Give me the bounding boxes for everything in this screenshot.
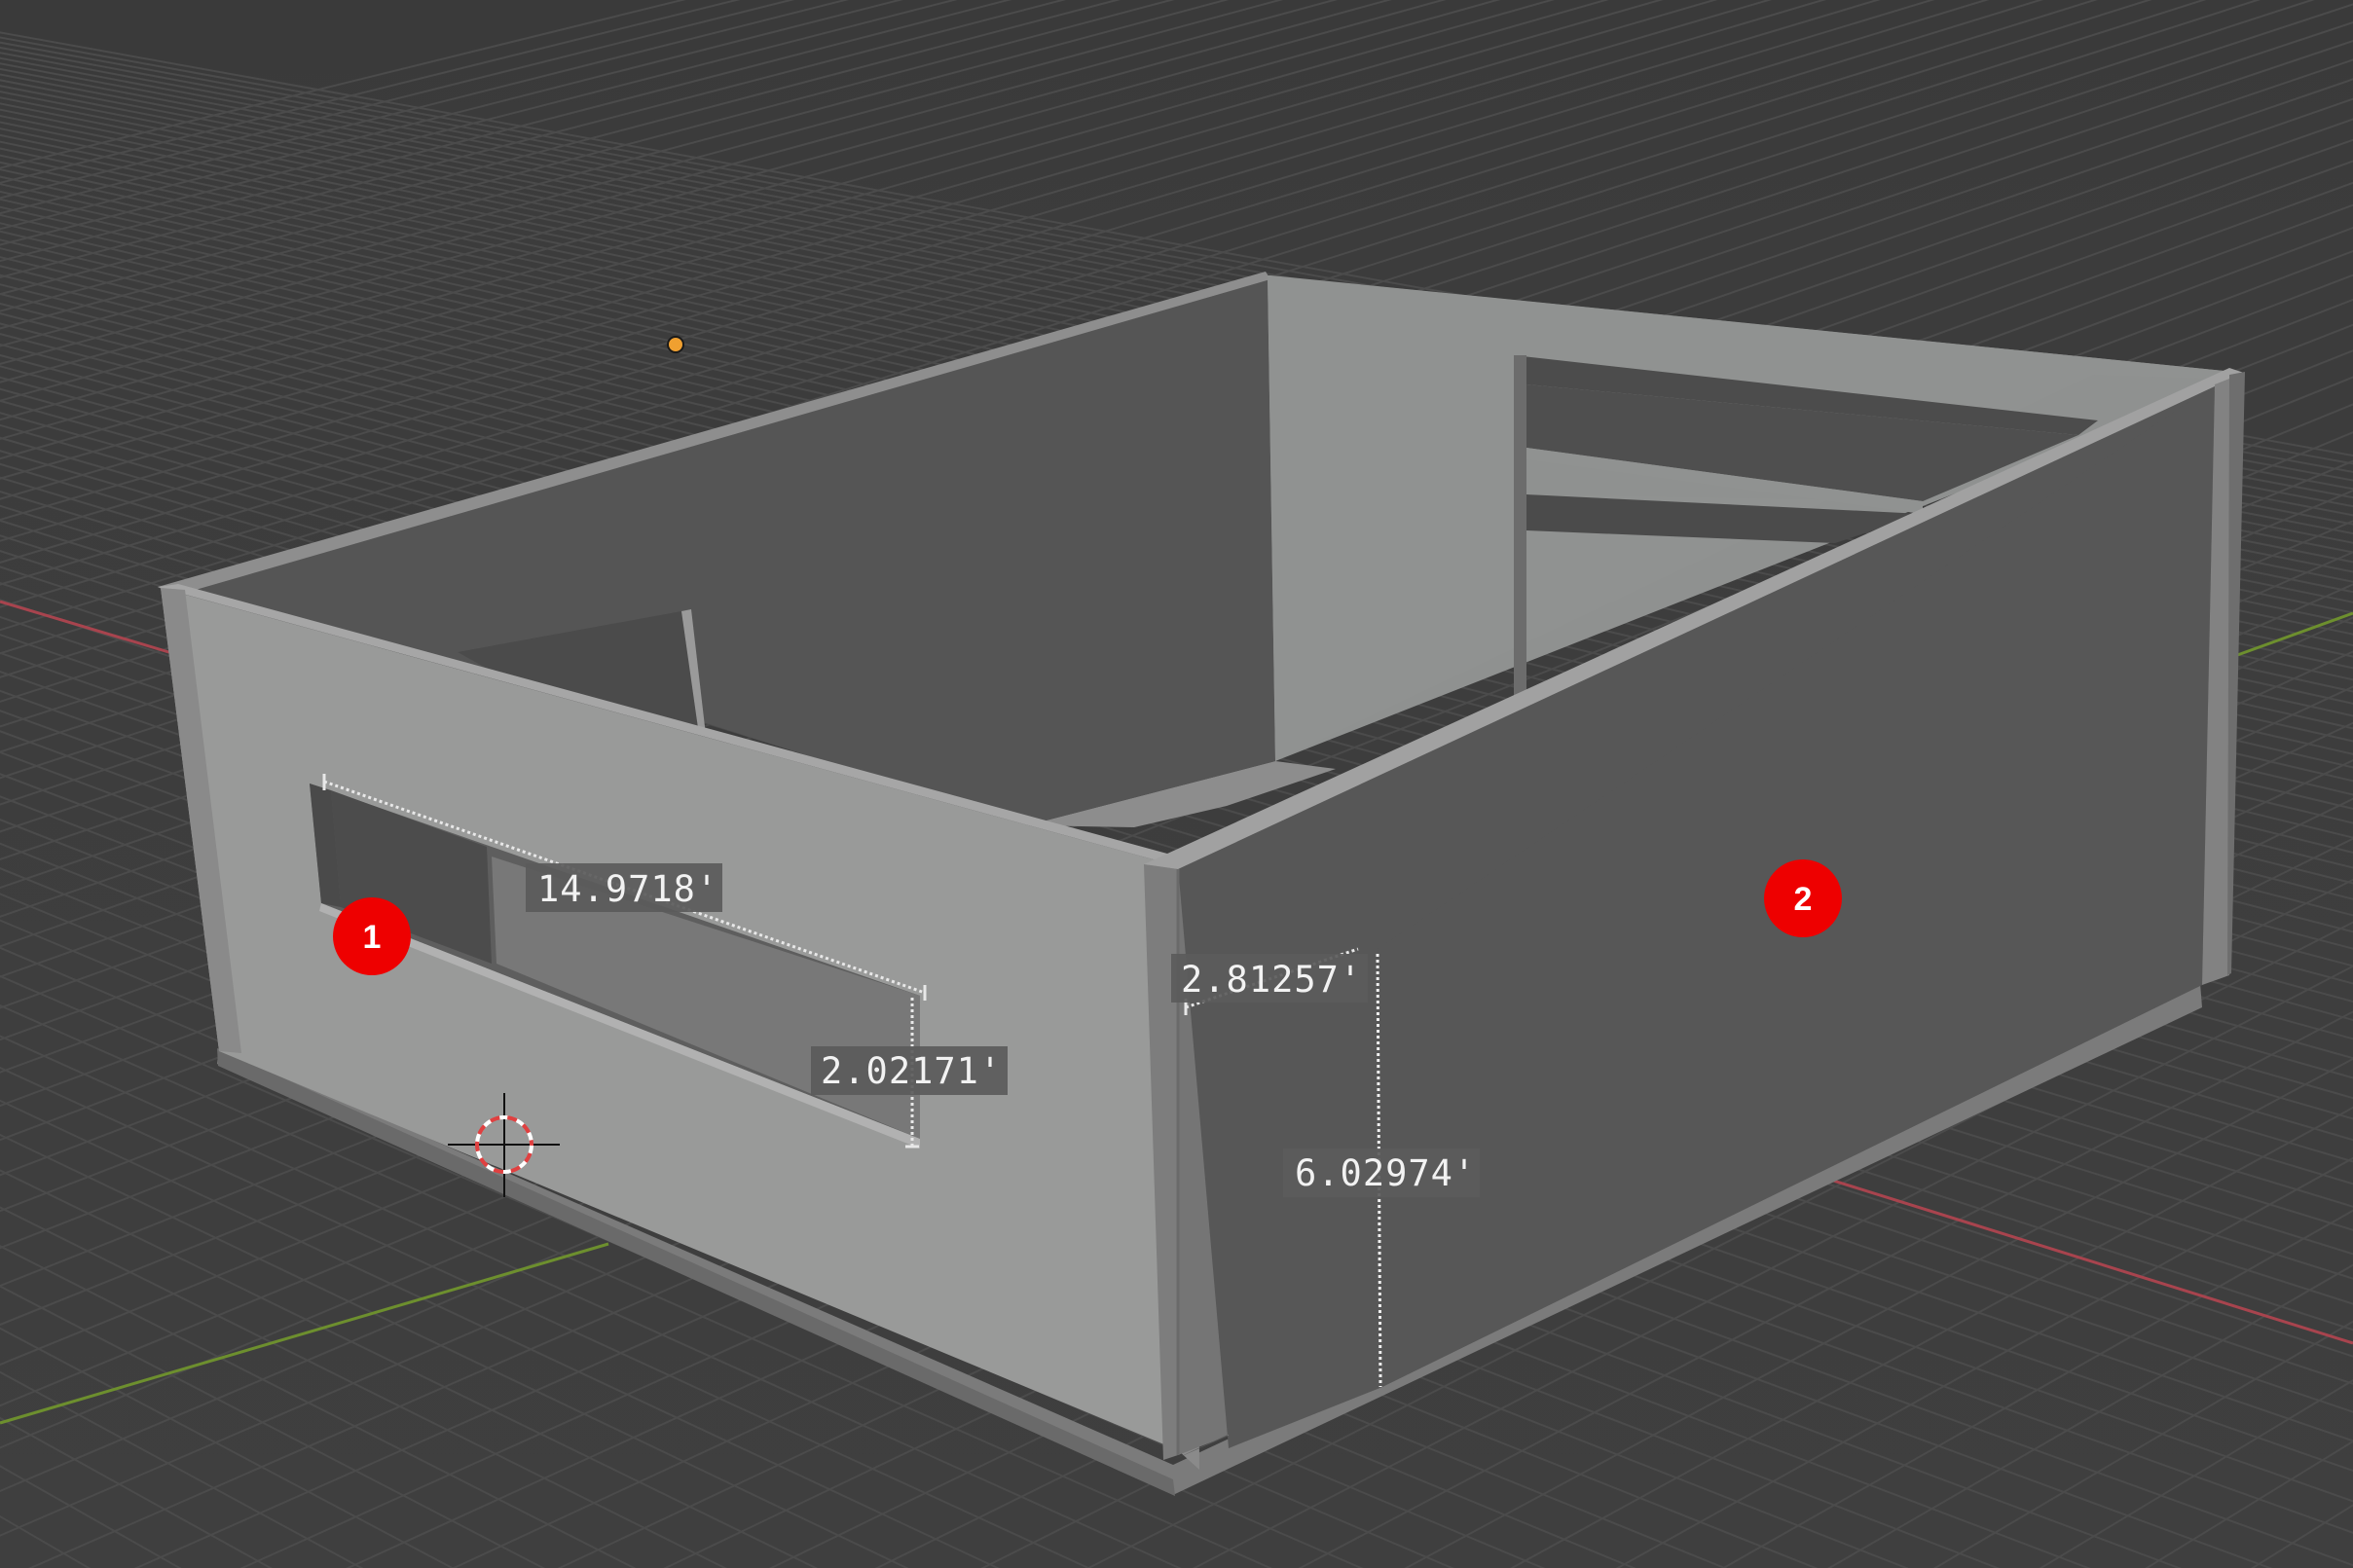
annotation-marker-2: 2	[1764, 859, 1842, 937]
light-icon[interactable]	[667, 336, 684, 353]
light-icon-dot[interactable]	[667, 336, 684, 353]
back-window-jamb	[1514, 355, 1526, 696]
measure-door-width[interactable]: 2.81257'	[1171, 954, 1368, 1003]
measure-label-door-height: 6.02974'	[1295, 1152, 1476, 1194]
measure-label-window-height: 2.02171'	[821, 1050, 1002, 1092]
3d-viewport[interactable]: 14.9718' 2.02171' 2.81257' 6.02974' 1 2	[0, 0, 2353, 1568]
measure-label-window-length: 14.9718'	[537, 868, 718, 910]
marker-label-1: 1	[363, 919, 382, 956]
viewport-canvas[interactable]: 14.9718' 2.02171' 2.81257' 6.02974' 1 2	[0, 0, 2353, 1568]
measure-window-length[interactable]: 14.9718'	[526, 863, 722, 912]
measure-label-door-width: 2.81257'	[1181, 959, 1362, 1001]
marker-label-2: 2	[1794, 881, 1813, 918]
measure-door-height[interactable]: 6.02974'	[1283, 1149, 1480, 1197]
annotation-marker-1: 1	[333, 897, 411, 975]
measure-window-height[interactable]: 2.02171'	[811, 1046, 1008, 1095]
